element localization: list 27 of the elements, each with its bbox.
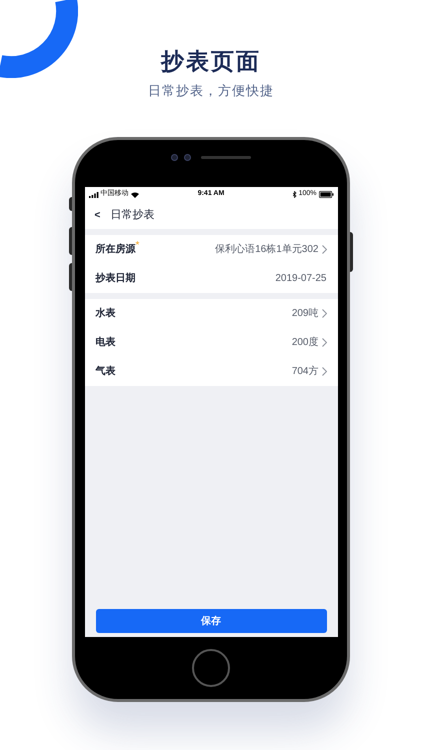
home-button[interactable] (192, 649, 230, 687)
form-row[interactable]: 水表 209吨 (84, 299, 338, 328)
row-label: 水表 (96, 306, 116, 321)
row-label: 抄表日期 (96, 272, 136, 286)
wifi-icon (130, 192, 138, 198)
battery-icon (318, 191, 334, 198)
page-subtitle: 日常抄表，方便快捷 (148, 82, 274, 100)
form-row[interactable]: 气表 704方 (84, 357, 338, 386)
page-title: 抄表页面 (161, 47, 261, 76)
bluetooth-icon (292, 191, 297, 198)
back-button[interactable]: < (94, 210, 100, 220)
row-label: 所在房源 (96, 242, 136, 257)
save-button[interactable]: 保存 (96, 609, 326, 633)
nav-title: 日常抄表 (110, 208, 154, 224)
form-row[interactable]: 电表 200度 (84, 328, 338, 357)
row-value: 保利心语16栋1单元302 (215, 242, 318, 257)
row-label: 电表 (96, 336, 116, 350)
row-value: 704方 (292, 364, 318, 379)
form-row[interactable]: 所在房源* 保利心语16栋1单元302 (84, 235, 338, 264)
row-label: 气表 (96, 364, 116, 379)
form-row[interactable]: 抄表日期 2019-07-25 (84, 264, 338, 293)
speaker-icon (201, 156, 251, 159)
required-mark: * (136, 241, 140, 251)
row-value: 209吨 (292, 306, 318, 321)
row-value: 2019-07-25 (275, 272, 326, 286)
signal-icon (88, 192, 98, 198)
row-value: 200度 (292, 336, 318, 350)
